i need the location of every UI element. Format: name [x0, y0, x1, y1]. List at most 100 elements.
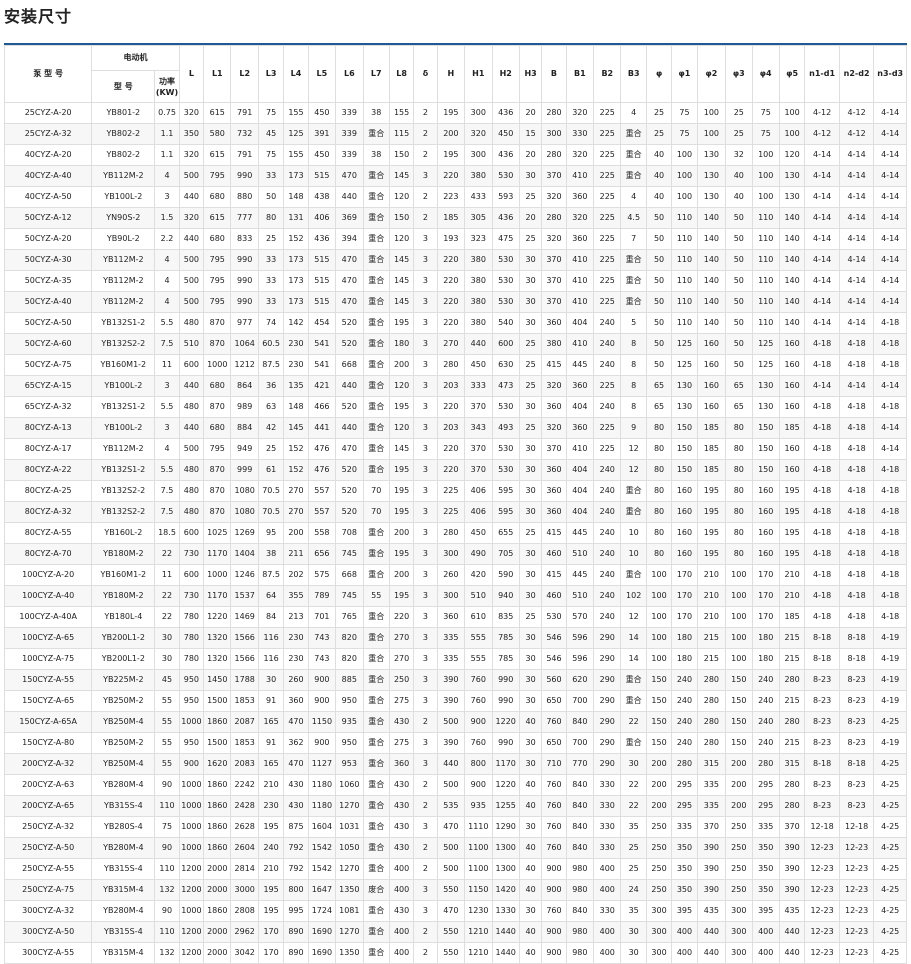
dimension-cell: 30 [518, 543, 543, 565]
dimension-cell: 87.5 [257, 354, 285, 376]
dimension-cell: 4-25 [873, 711, 907, 733]
power-cell: 18.5 [154, 522, 180, 544]
dimension-cell: 500 [436, 711, 466, 733]
dim-header: L2 [230, 45, 259, 103]
dimension-cell: 1060 [335, 774, 364, 796]
dimension-cell: 215 [778, 690, 806, 712]
dimension-cell: 195 [388, 501, 415, 523]
dimension-cell: 500 [178, 291, 205, 313]
installation-dimensions-table: 泵 型 号 电动机 L L1 L2 L3 L4 L5 L6 L7 L8 δ H … [3, 45, 907, 964]
dimension-cell: 75 [751, 102, 780, 124]
dimension-cell: 170 [671, 564, 698, 586]
dimension-cell: 323 [464, 228, 493, 250]
dimension-cell: 8-23 [804, 732, 840, 754]
dimension-cell: 4-19 [873, 627, 907, 649]
motor-model-cell: YB100L-2 [91, 186, 156, 208]
dimension-cell: 240 [751, 711, 780, 733]
dimension-cell: 225 [593, 291, 622, 313]
dimension-cell: 315 [778, 753, 806, 775]
dimension-cell: 454 [307, 312, 337, 334]
dimension-cell: 12-23 [838, 879, 875, 901]
dimension-cell: 390 [436, 732, 466, 754]
dimension-cell: 160 [778, 459, 806, 481]
dimension-cell: 320 [541, 228, 567, 250]
dimension-cell: 440 [464, 333, 493, 355]
dimension-cell: 20 [518, 207, 543, 229]
dimension-cell: 125 [671, 354, 698, 376]
dimension-cell: 重合 [362, 816, 390, 838]
dimension-cell: 4-14 [804, 375, 840, 397]
dimension-cell: 840 [565, 837, 595, 859]
dimension-cell: 150 [725, 732, 753, 754]
dimension-cell: 185 [436, 207, 466, 229]
dimension-cell: 290 [593, 648, 622, 670]
dimension-cell: 重合 [620, 480, 647, 502]
power-cell: 22 [154, 585, 180, 607]
dimension-cell: 200 [388, 522, 415, 544]
dimension-cell: 160 [696, 333, 727, 355]
dimension-cell: 4-25 [873, 816, 907, 838]
dimension-cell: 4-18 [873, 606, 907, 628]
dimension-cell: 173 [283, 165, 309, 187]
dimension-cell: 1210 [464, 942, 493, 964]
dimension-cell: 155 [388, 102, 415, 124]
dimension-cell: 884 [230, 417, 259, 439]
dimension-cell: 590 [491, 564, 520, 586]
dimension-cell: 400 [671, 921, 698, 943]
dimension-cell: 435 [778, 900, 806, 922]
dimension-cell: 152 [283, 438, 309, 460]
dimension-cell: 110 [671, 207, 698, 229]
dimension-cell: 360 [541, 459, 567, 481]
dimension-cell: 470 [335, 438, 364, 460]
dimension-cell: 1270 [335, 858, 364, 880]
dimension-cell: 977 [230, 312, 259, 334]
dimension-cell: 4-18 [873, 312, 907, 334]
dimension-cell: 3 [413, 417, 438, 439]
dimension-cell: 500 [436, 858, 466, 880]
dimension-cell: 50 [725, 312, 753, 334]
dim-header: L1 [203, 45, 232, 103]
dimension-cell: 240 [751, 669, 780, 691]
dimension-cell: 8-23 [804, 690, 840, 712]
dimension-cell: 1566 [230, 627, 259, 649]
dimension-cell: 110 [671, 228, 698, 250]
dimension-cell: 777 [230, 207, 259, 229]
dimension-cell: 2242 [230, 774, 259, 796]
dimension-cell: 440 [778, 942, 806, 964]
dimension-cell: 重合 [362, 543, 390, 565]
dimension-cell: 380 [464, 165, 493, 187]
pump-model-cell: 150CYZ-A-65 [3, 690, 93, 712]
dimension-cell: 4-14 [873, 207, 907, 229]
dimension-cell: 320 [178, 144, 205, 166]
dimension-cell: 1690 [307, 942, 337, 964]
dimension-cell: 730 [178, 585, 205, 607]
dimension-cell: 140 [778, 228, 806, 250]
dimension-cell: 440 [335, 375, 364, 397]
dimension-cell: 7 [620, 228, 647, 250]
dimension-cell: 4-12 [804, 123, 840, 145]
dimension-cell: 404 [565, 480, 595, 502]
table-row: 250CYZ-A-32 YB280S-4 75 1000 1860 2628 195 875 1… [3, 816, 907, 838]
dimension-cell: 450 [491, 123, 520, 145]
dimension-cell: 8-18 [804, 753, 840, 775]
dimension-cell: 335 [436, 648, 466, 670]
dimension-cell: 240 [593, 396, 622, 418]
dimension-cell: 989 [230, 396, 259, 418]
dimension-cell: 3 [413, 564, 438, 586]
dimension-cell: 870 [203, 480, 232, 502]
dimension-cell: 重合 [620, 732, 647, 754]
dimension-cell: 380 [464, 291, 493, 313]
dimension-cell: 3 [413, 291, 438, 313]
dimension-cell: 225 [593, 375, 622, 397]
power-cell: 4 [154, 438, 180, 460]
dimension-cell: 360 [541, 501, 567, 523]
dimension-cell: 50 [645, 270, 673, 292]
dimension-cell: 350 [751, 837, 780, 859]
dimension-cell: 30 [518, 165, 543, 187]
dimension-cell: 840 [565, 816, 595, 838]
dimension-cell: 50 [725, 249, 753, 271]
power-cell: 3 [154, 417, 180, 439]
dimension-cell: 280 [696, 669, 727, 691]
dimension-cell: 480 [178, 480, 205, 502]
dimension-cell: 240 [671, 669, 698, 691]
